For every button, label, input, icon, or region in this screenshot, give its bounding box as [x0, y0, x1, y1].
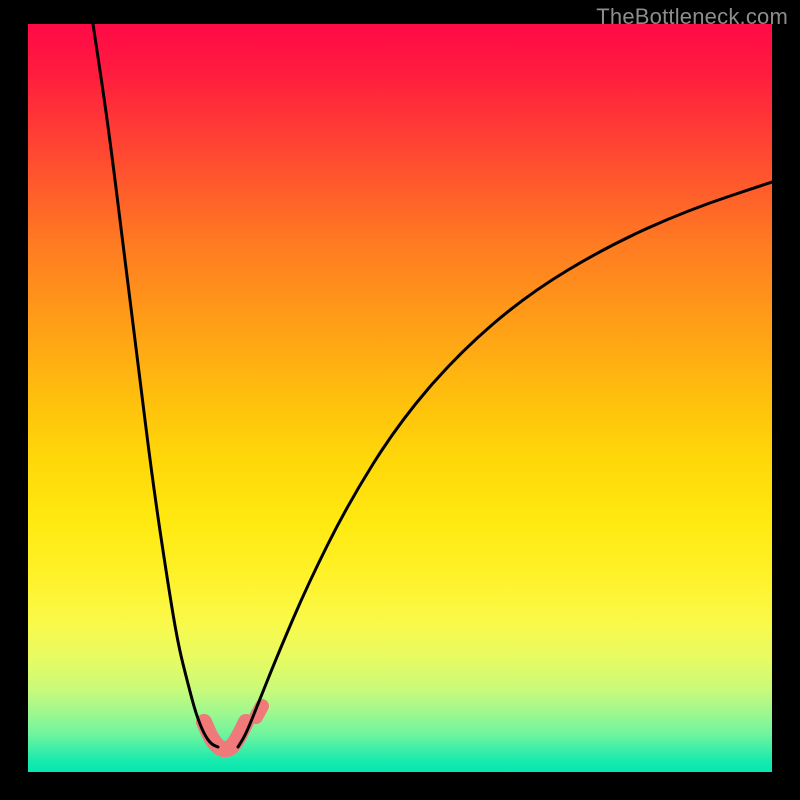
trough-dot-path — [256, 706, 262, 717]
chart-svg — [28, 24, 772, 772]
watermark-text: TheBottleneck.com — [596, 4, 788, 30]
chart-plot-area — [28, 24, 772, 772]
right-curve-path — [238, 182, 772, 747]
trough-highlight-path — [204, 722, 246, 749]
left-curve-path — [93, 24, 218, 747]
